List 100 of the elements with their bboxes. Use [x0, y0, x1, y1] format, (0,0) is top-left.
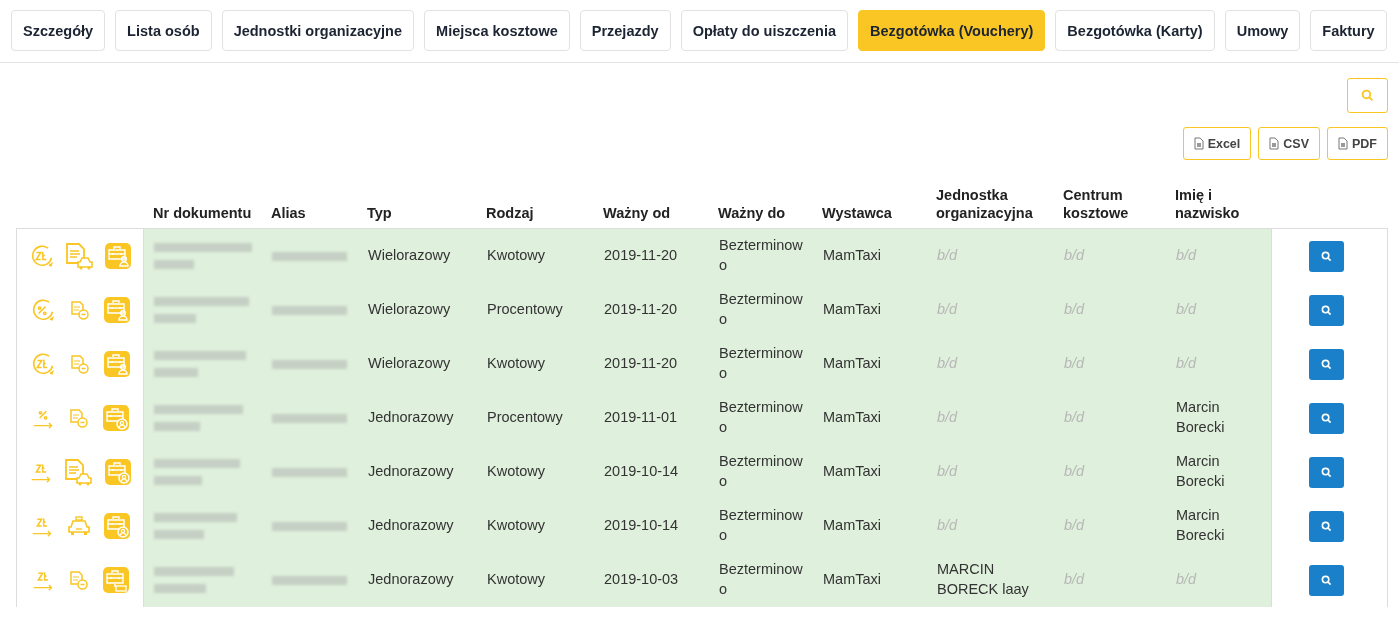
search-icon — [1321, 466, 1332, 478]
no-data-text: b/d — [1176, 354, 1197, 374]
no-data-text: b/d — [937, 408, 958, 428]
column-header: Centrum kosztowe — [1062, 185, 1130, 222]
no-data-text: b/d — [1176, 246, 1197, 266]
document-taxi-icon — [66, 242, 94, 270]
table-cell: 2019-11-20 — [604, 354, 678, 374]
column-header: Nr dokumentu — [152, 203, 253, 222]
export-button[interactable]: Excel — [1182, 127, 1252, 160]
tab[interactable]: Szczegóły — [11, 10, 106, 51]
view-button[interactable] — [1309, 240, 1344, 272]
document-minus-icon — [70, 408, 88, 428]
briefcase-person-icon — [105, 243, 132, 269]
document-taxi-icon — [65, 458, 93, 486]
table-cell: Kwotowy — [487, 354, 546, 374]
no-data-text: b/d — [937, 462, 958, 482]
table-cell-text: Marcin Borecki — [1176, 452, 1226, 491]
search-icon — [1321, 304, 1332, 316]
search-icon — [1321, 250, 1332, 262]
table-cell: Jednorazowy — [368, 462, 454, 482]
table-cell: MamTaxi — [823, 300, 881, 320]
export-button[interactable]: CSV — [1258, 127, 1320, 160]
search-icon — [1321, 358, 1332, 370]
table-cell: Wielorazowy — [368, 354, 451, 374]
view-button[interactable] — [1309, 456, 1344, 488]
table-cell: Kwotowy — [487, 462, 546, 482]
table-cell: Procentowy — [487, 408, 563, 428]
no-data-text: b/d — [937, 300, 958, 320]
column-header: Wystawca — [821, 203, 893, 222]
table-cell: Wielorazowy — [368, 300, 451, 320]
no-data-text: b/d — [937, 246, 958, 266]
table-cell: MamTaxi — [823, 462, 881, 482]
no-data-text: b/d — [937, 516, 958, 536]
briefcase-person-icon — [103, 351, 130, 377]
document-minus-icon — [70, 570, 88, 590]
column-header: Imię i nazwisko — [1174, 185, 1241, 222]
no-data-text: b/d — [1064, 354, 1085, 374]
table-cell: Kwotowy — [487, 246, 546, 266]
document-minus-icon — [71, 300, 89, 320]
table-cell-text: Bezterminowo — [719, 560, 804, 599]
table-cell-text: Bezterminowo — [719, 452, 804, 491]
briefcase-person-icon — [104, 459, 131, 485]
view-button[interactable] — [1309, 348, 1344, 380]
no-data-text: b/d — [937, 354, 958, 374]
tab[interactable]: Jednostki organizacyjne — [221, 10, 415, 51]
column-header: Ważny do — [717, 203, 787, 222]
table-cell-text: Bezterminowo — [719, 398, 804, 437]
table-cell: 2019-10-14 — [604, 516, 679, 536]
tab[interactable]: Przejazdy — [579, 10, 671, 51]
table-cell: 2019-11-20 — [604, 300, 678, 320]
no-data-text: b/d — [1064, 516, 1085, 536]
search-icon — [1321, 412, 1332, 424]
tab[interactable]: Lista osób — [115, 10, 212, 51]
tab[interactable]: Umowy — [1224, 10, 1301, 51]
column-header: Alias — [270, 203, 307, 222]
view-button[interactable] — [1309, 510, 1344, 542]
view-button[interactable] — [1309, 402, 1344, 434]
currency-arrow-icon — [30, 515, 54, 537]
no-data-text: b/d — [1176, 570, 1197, 590]
table-cell-text: Marcin Borecki — [1176, 506, 1226, 545]
tab[interactable]: Bezgotówka (Karty) — [1055, 10, 1215, 51]
percent-cycle-icon — [30, 297, 57, 323]
document-icon — [1338, 137, 1348, 150]
no-data-text: b/d — [1064, 408, 1085, 428]
column-header: Ważny od — [602, 203, 672, 222]
document-icon — [1269, 137, 1280, 150]
briefcase-person-icon — [104, 513, 130, 539]
table-cell-text: MARCIN BORECK laay — [937, 560, 1030, 599]
briefcase-card-icon — [103, 567, 130, 593]
table-cell: Jednorazowy — [368, 408, 454, 428]
briefcase-person-icon — [103, 297, 130, 323]
search-icon — [1361, 89, 1374, 102]
briefcase-person-icon — [103, 405, 130, 431]
no-data-text: b/d — [1176, 300, 1197, 320]
column-header: Jednostka organizacyjna — [935, 185, 1034, 222]
tab[interactable]: Opłaty do uiszczenia — [680, 10, 849, 51]
table-cell-text: Marcin Borecki — [1176, 398, 1226, 437]
no-data-text: b/d — [1064, 570, 1085, 590]
document-icon — [1193, 137, 1204, 150]
table-cell: MamTaxi — [823, 516, 881, 536]
view-button[interactable] — [1309, 564, 1344, 596]
table-cell: MamTaxi — [823, 408, 881, 428]
currency-cycle-icon — [30, 351, 57, 377]
no-data-text: b/d — [1064, 300, 1085, 320]
search-icon — [1321, 520, 1332, 532]
taxi-icon — [68, 516, 90, 536]
tab[interactable]: Bezgotówka (Vouchery) — [858, 10, 1046, 51]
tab[interactable]: Faktury — [1310, 10, 1387, 51]
table-cell: MamTaxi — [823, 246, 881, 266]
table-cell-text: Bezterminowo — [719, 236, 804, 275]
search-icon — [1321, 574, 1332, 586]
export-button[interactable]: PDF — [1327, 127, 1388, 160]
table-cell: 2019-10-14 — [604, 462, 679, 482]
no-data-text: b/d — [1064, 462, 1085, 482]
view-button[interactable] — [1309, 294, 1344, 326]
column-header: Rodzaj — [485, 203, 535, 222]
document-minus-icon — [71, 354, 89, 374]
table-cell-text: Bezterminowo — [719, 506, 804, 545]
no-data-text: b/d — [1064, 246, 1085, 266]
tab[interactable]: Miejsca kosztowe — [424, 10, 570, 51]
